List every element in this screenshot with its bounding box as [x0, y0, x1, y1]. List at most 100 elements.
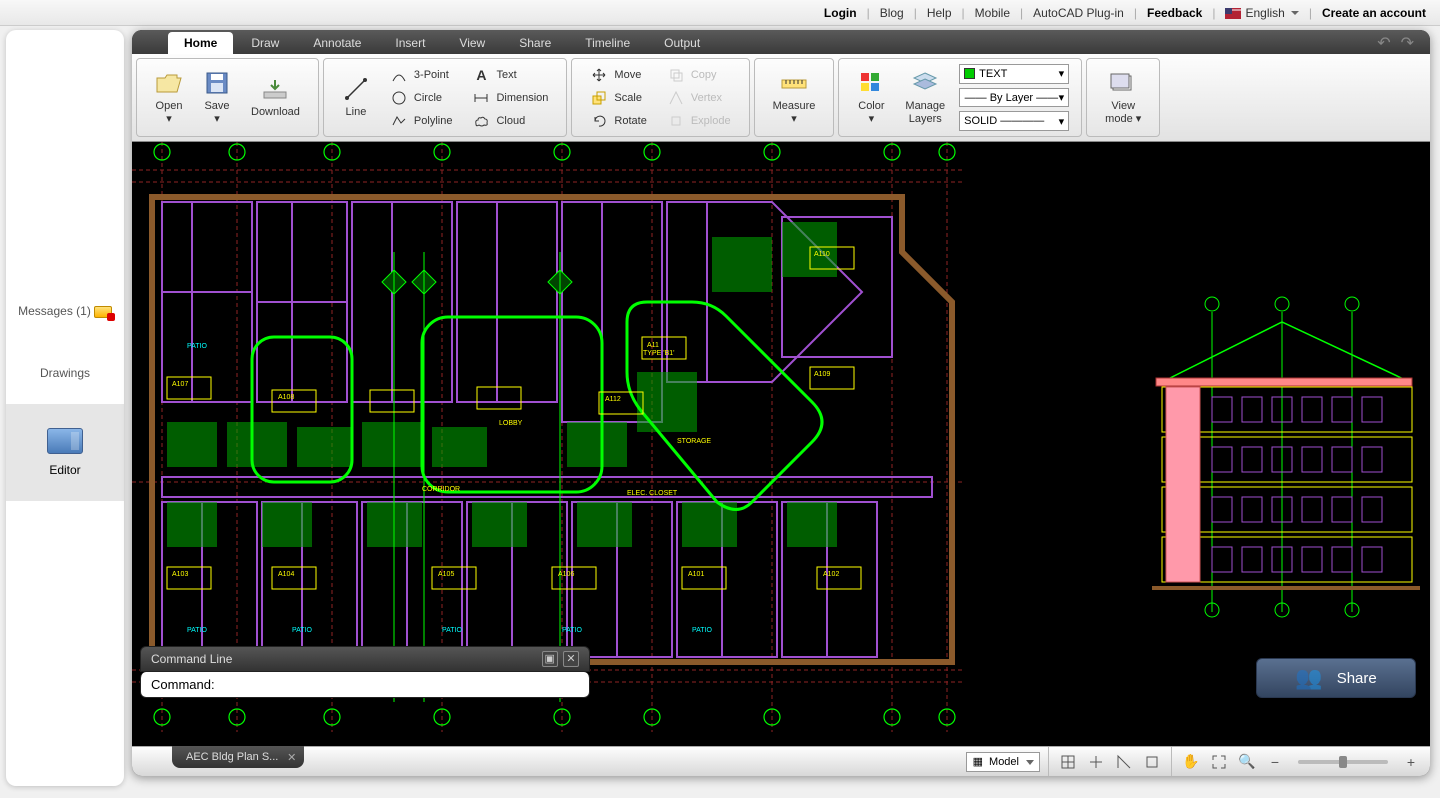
svg-text:A104: A104	[278, 571, 294, 578]
command-input[interactable]: Command:	[140, 672, 590, 698]
zoom-slider[interactable]	[1298, 760, 1388, 764]
svg-text:CORRIDOR: CORRIDOR	[422, 486, 460, 493]
ruler-icon	[780, 70, 808, 96]
save-button[interactable]: Save▾	[193, 63, 241, 132]
move-button[interactable]: Move	[584, 63, 652, 86]
grid-icon: ▦	[973, 755, 983, 768]
undo-button[interactable]: ↶	[1377, 33, 1390, 53]
pan-icon[interactable]: ✋	[1180, 751, 1202, 773]
lineweight-dropdown[interactable]: —— By Layer ——▾	[959, 88, 1069, 108]
file-tab[interactable]: AEC Bldg Plan S...✕	[172, 746, 304, 768]
svg-text:PATIO: PATIO	[292, 627, 313, 634]
scale-button[interactable]: Scale	[584, 86, 652, 109]
svg-text:A101: A101	[688, 571, 704, 578]
tab-draw[interactable]: Draw	[235, 32, 295, 54]
svg-text:A106: A106	[558, 571, 574, 578]
svg-text:A109: A109	[814, 371, 830, 378]
feedback-link[interactable]: Feedback	[1147, 6, 1202, 20]
language-selector[interactable]: English	[1225, 6, 1298, 20]
cloud-icon	[472, 112, 490, 130]
dimension-button[interactable]: Dimension	[466, 86, 554, 109]
ribbon-panel-draw: Line 3-Point Circle Polyline AText Dimen…	[323, 58, 568, 137]
color-button[interactable]: Color▾	[847, 63, 895, 132]
drawing-canvas[interactable]: LOBBY CORRIDOR STORAGE ELEC. CLOSET A11 …	[132, 142, 1430, 746]
folder-open-icon	[155, 70, 183, 96]
text-button[interactable]: AText	[466, 63, 554, 86]
blog-link[interactable]: Blog	[880, 6, 904, 20]
sidebar-item-editor[interactable]: Editor	[6, 404, 124, 501]
tab-view[interactable]: View	[443, 32, 501, 54]
zoom-in-icon[interactable]: +	[1400, 751, 1422, 773]
vertex-icon	[667, 89, 685, 107]
tab-share[interactable]: Share	[503, 32, 567, 54]
layers-icon	[911, 70, 939, 96]
svg-text:STORAGE: STORAGE	[677, 438, 711, 445]
ortho-icon[interactable]	[1085, 751, 1107, 773]
status-bar: AEC Bldg Plan S...✕ ▦Model ✋ 🔍 − +	[132, 746, 1430, 776]
polyline-icon	[390, 112, 408, 130]
sidebar-item-messages[interactable]: Messages (1)	[6, 280, 124, 342]
tab-home[interactable]: Home	[168, 32, 233, 54]
circle-button[interactable]: Circle	[384, 86, 459, 109]
tab-annotate[interactable]: Annotate	[297, 32, 377, 54]
left-sidebar: Messages (1) Drawings Editor	[6, 30, 124, 786]
tab-timeline[interactable]: Timeline	[569, 32, 646, 54]
explode-button[interactable]: Explode	[661, 109, 737, 132]
ribbon-panel-view: View mode ▾	[1086, 58, 1160, 137]
editor-icon	[47, 428, 83, 454]
measure-button[interactable]: Measure▾	[763, 63, 826, 132]
ribbon-panel-layers: Color▾ Manage Layers TEXT▾ —— By Layer —…	[838, 58, 1082, 137]
model-space-dropdown[interactable]: ▦Model	[966, 752, 1040, 772]
create-account-link[interactable]: Create an account	[1322, 6, 1426, 20]
zoom-out-icon[interactable]: −	[1264, 751, 1286, 773]
command-close-button[interactable]: ✕	[563, 651, 579, 667]
rotate-icon	[590, 112, 608, 130]
close-file-icon[interactable]: ✕	[287, 751, 296, 764]
editor-frame: Home Draw Annotate Insert View Share Tim…	[132, 30, 1430, 776]
ribbon-panel-modify: Move Scale Rotate Copy Vertex Explode	[571, 58, 749, 137]
tab-output[interactable]: Output	[648, 32, 716, 54]
line-button[interactable]: Line	[332, 63, 380, 132]
copy-button[interactable]: Copy	[661, 63, 737, 86]
open-button[interactable]: Open▾	[145, 63, 193, 132]
tab-insert[interactable]: Insert	[379, 32, 441, 54]
polyline-button[interactable]: Polyline	[384, 109, 459, 132]
cloud-button[interactable]: Cloud	[466, 109, 554, 132]
download-button[interactable]: Download	[241, 63, 310, 132]
manage-layers-button[interactable]: Manage Layers	[895, 63, 955, 132]
login-link[interactable]: Login	[824, 6, 857, 20]
download-icon	[261, 76, 289, 102]
ribbon-panel-file: Open▾ Save▾ Download	[136, 58, 319, 137]
vertex-button[interactable]: Vertex	[661, 86, 737, 109]
help-link[interactable]: Help	[927, 6, 952, 20]
window-icon	[1109, 70, 1137, 96]
plugin-link[interactable]: AutoCAD Plug-in	[1033, 6, 1124, 20]
copy-icon	[667, 66, 685, 84]
share-button[interactable]: 👥 Share	[1256, 658, 1416, 698]
command-collapse-button[interactable]: ▣	[542, 651, 558, 667]
polar-icon[interactable]	[1141, 751, 1163, 773]
ribbon-panel-measure: Measure▾	[754, 58, 835, 137]
linetype-dropdown[interactable]: SOLID ————▾	[959, 111, 1069, 131]
zoom-icon[interactable]: 🔍	[1236, 751, 1258, 773]
redo-button[interactable]: ↷	[1401, 33, 1414, 53]
text-icon: A	[472, 66, 490, 84]
snap-grid-icon[interactable]	[1057, 751, 1079, 773]
circle-icon	[390, 89, 408, 107]
osnap-icon[interactable]	[1113, 751, 1135, 773]
svg-text:A103: A103	[172, 571, 188, 578]
sidebar-item-drawings[interactable]: Drawings	[6, 342, 124, 404]
svg-text:PATIO: PATIO	[692, 627, 713, 634]
3point-button[interactable]: 3-Point	[384, 63, 459, 86]
svg-text:PATIO: PATIO	[562, 627, 583, 634]
view-mode-button[interactable]: View mode ▾	[1095, 63, 1151, 132]
mobile-link[interactable]: Mobile	[975, 6, 1010, 20]
zoom-extents-icon[interactable]	[1208, 751, 1230, 773]
svg-text:A102: A102	[823, 571, 839, 578]
flag-icon	[1225, 8, 1241, 19]
svg-text:A107: A107	[172, 381, 188, 388]
floppy-icon	[203, 70, 231, 96]
rotate-button[interactable]: Rotate	[584, 109, 652, 132]
svg-text:TYPE 'B1': TYPE 'B1'	[643, 350, 674, 357]
layer-dropdown[interactable]: TEXT▾	[959, 64, 1069, 84]
